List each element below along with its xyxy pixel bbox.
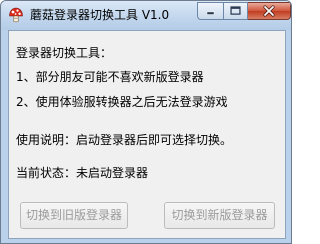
tool-heading: 登录器切换工具： bbox=[16, 46, 113, 60]
maximize-icon bbox=[230, 6, 241, 15]
dialog-client-area: 登录器切换工具： 1、部分朋友可能不喜欢新版登录器 2、使用体验服转换器之后无法… bbox=[8, 30, 286, 239]
minimize-icon bbox=[206, 11, 215, 15]
usage-instructions: 使用说明：启动登录器后即可选择切换。 bbox=[16, 133, 233, 147]
status-text: 当前状态：未启动登录器 bbox=[16, 166, 149, 180]
maximize-button[interactable] bbox=[223, 2, 248, 20]
close-button[interactable] bbox=[248, 2, 291, 20]
minimize-button[interactable] bbox=[197, 2, 223, 20]
issue-line-1: 1、部分朋友可能不喜欢新版登录器 bbox=[16, 70, 204, 84]
switch-to-new-launcher-button[interactable]: 切换到新版登录器 bbox=[164, 202, 275, 229]
mushroom-icon bbox=[9, 7, 23, 23]
title-bar[interactable]: 蘑菇登录器切换工具 V1.0 bbox=[1, 1, 291, 30]
issue-line-2: 2、使用体验服转换器之后无法登录游戏 bbox=[16, 95, 228, 109]
switch-to-old-launcher-button[interactable]: 切换到旧版登录器 bbox=[20, 202, 128, 229]
window-title: 蘑菇登录器切换工具 V1.0 bbox=[30, 8, 170, 22]
app-window: 蘑菇登录器切换工具 V1.0 登录器切换工具： 1、部分朋友可能不喜欢新版登录器… bbox=[0, 0, 292, 244]
close-icon bbox=[263, 5, 275, 17]
